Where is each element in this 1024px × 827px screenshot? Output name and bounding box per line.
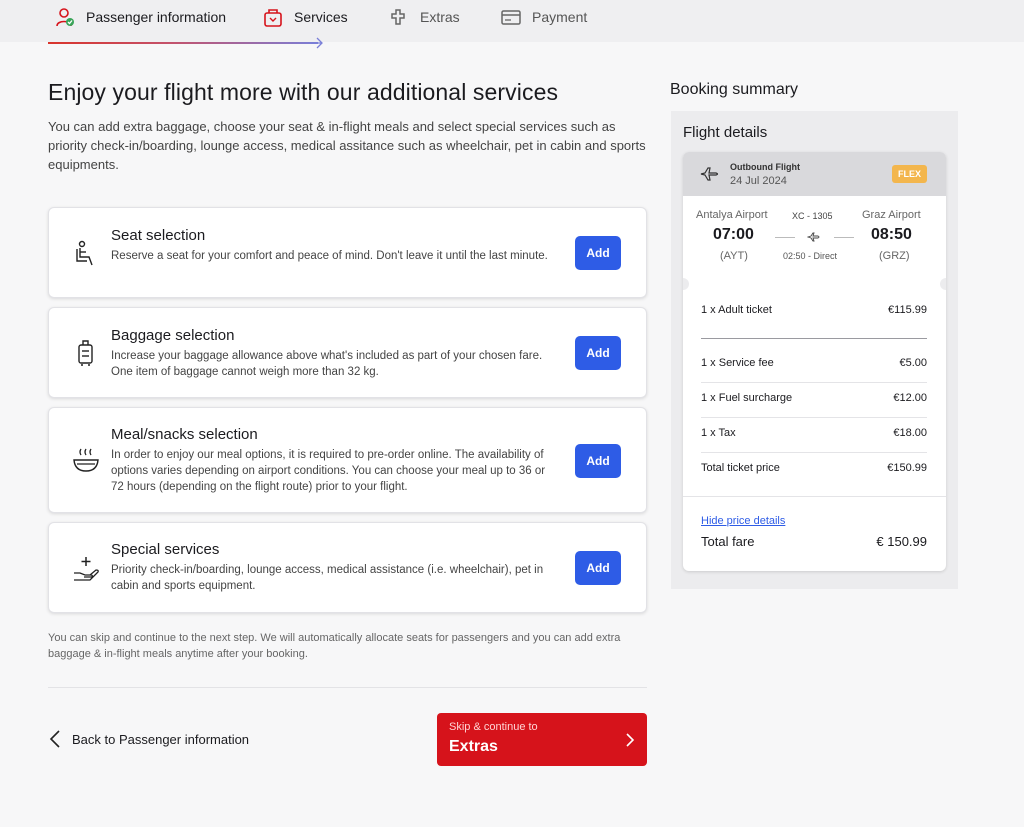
step-extras[interactable]: Extras xyxy=(388,0,460,34)
flight-date: 24 Jul 2024 xyxy=(730,175,787,187)
destination-code: (GRZ) xyxy=(879,250,910,262)
price-label: Total ticket price xyxy=(701,462,780,474)
row-divider xyxy=(701,338,927,339)
step-navigation: Passenger information Services Extras Pa… xyxy=(0,0,1024,42)
service-card-meal: Meal/snacks selection In order to enjoy … xyxy=(48,407,647,513)
price-value: €18.00 xyxy=(893,427,927,439)
price-value: €5.00 xyxy=(899,357,927,369)
back-link-label: Back to Passenger information xyxy=(72,731,250,747)
step-progress-bar xyxy=(48,42,318,44)
flight-duration: 02:50 - Direct xyxy=(783,251,838,261)
outbound-label: Outbound Flight xyxy=(730,162,800,172)
ticket-notch xyxy=(940,278,946,290)
origin-time: 07:00 xyxy=(713,226,754,243)
step-services[interactable]: Services xyxy=(262,0,348,34)
fare-badge: FLEX xyxy=(892,165,927,183)
service-description: In order to enjoy our meal options, it i… xyxy=(111,449,546,493)
price-label: 1 x Service fee xyxy=(701,357,774,369)
hide-price-details-link[interactable]: Hide price details xyxy=(701,515,785,527)
row-divider xyxy=(701,382,927,383)
row-divider xyxy=(701,417,927,418)
step-passenger-information[interactable]: Passenger information xyxy=(54,0,226,34)
chevron-right-icon xyxy=(626,733,635,747)
ticket-notch xyxy=(683,278,689,290)
luggage-icon xyxy=(78,340,93,366)
flight-ticket-card: Outbound Flight 24 Jul 2024 FLEX Antalya… xyxy=(683,152,946,571)
route-line xyxy=(775,237,795,238)
service-card-special: Special services Priority check-in/board… xyxy=(48,522,647,613)
passenger-check-icon xyxy=(56,8,74,27)
price-label: 1 x Fuel surcharge xyxy=(701,392,793,404)
destination-time: 08:50 xyxy=(871,226,912,243)
chevron-left-icon xyxy=(49,730,60,748)
service-description: Increase your baggage allowance above wh… xyxy=(111,350,543,378)
total-fare-row: Total fare € 150.99 xyxy=(701,534,927,549)
step-label: Passenger information xyxy=(86,9,227,25)
page-title: Enjoy your flight more with our addition… xyxy=(48,79,559,105)
flight-number: XC - 1305 xyxy=(792,211,833,221)
add-seat-button[interactable]: Add xyxy=(575,236,621,270)
service-card-seat: Seat selection Reserve a seat for your c… xyxy=(48,207,647,298)
back-to-passenger-link[interactable]: Back to Passenger information xyxy=(48,728,249,750)
extras-puzzle-icon xyxy=(391,9,405,25)
service-description: Priority check-in/boarding, lounge acces… xyxy=(111,564,544,592)
service-card-baggage: Baggage selection Increase your baggage … xyxy=(48,307,647,398)
price-label: 1 x Adult ticket xyxy=(701,304,772,316)
price-row-total-ticket: Total ticket price €150.99 xyxy=(701,462,927,474)
total-fare-label: Total fare xyxy=(701,534,755,549)
add-meal-button[interactable]: Add xyxy=(575,444,621,478)
cta-subtitle: Skip & continue to xyxy=(449,721,538,733)
section-divider xyxy=(683,496,946,497)
booking-summary-title: Booking summary xyxy=(670,81,799,98)
service-title: Seat selection xyxy=(111,227,206,244)
service-title: Baggage selection xyxy=(111,327,235,344)
price-row-adult: 1 x Adult ticket €115.99 xyxy=(701,304,927,316)
divider xyxy=(48,687,647,688)
add-special-services-button[interactable]: Add xyxy=(575,551,621,585)
destination-airport: Graz Airport xyxy=(862,209,921,221)
add-baggage-button[interactable]: Add xyxy=(575,336,621,370)
route-line xyxy=(834,237,854,238)
skip-continue-button[interactable]: Skip & continue to Extras xyxy=(437,713,647,766)
route-plane-icon xyxy=(807,232,820,242)
step-label: Payment xyxy=(532,9,588,25)
ticket-header: Outbound Flight 24 Jul 2024 FLEX xyxy=(683,152,946,196)
cta-title: Extras xyxy=(449,738,498,755)
origin-code: (AYT) xyxy=(720,250,748,262)
services-bag-icon xyxy=(264,9,282,27)
price-row-fuel: 1 x Fuel surcharge €12.00 xyxy=(701,392,927,404)
skip-note: You can skip and continue to the next st… xyxy=(48,632,621,660)
step-label: Services xyxy=(294,9,348,25)
step-label: Extras xyxy=(420,9,460,25)
payment-card-icon xyxy=(501,10,521,25)
special-care-icon xyxy=(74,557,99,581)
meal-bowl-icon xyxy=(73,448,99,472)
price-value: €115.99 xyxy=(888,304,927,316)
price-value: €150.99 xyxy=(887,462,927,474)
price-value: €12.00 xyxy=(893,392,927,404)
step-payment[interactable]: Payment xyxy=(500,0,587,34)
total-fare-value: € 150.99 xyxy=(876,534,927,549)
intro-text: You can add extra baggage, choose your s… xyxy=(48,119,646,172)
service-title: Special services xyxy=(111,541,220,558)
price-row-service-fee: 1 x Service fee €5.00 xyxy=(701,357,927,369)
flight-details-title: Flight details xyxy=(683,124,768,141)
price-label: 1 x Tax xyxy=(701,427,736,439)
airplane-icon xyxy=(700,167,719,181)
seat-icon xyxy=(76,240,93,266)
service-title: Meal/snacks selection xyxy=(111,426,258,443)
progress-arrow-icon xyxy=(310,37,323,49)
service-description: Reserve a seat for your comfort and peac… xyxy=(111,250,548,262)
price-row-tax: 1 x Tax €18.00 xyxy=(701,427,927,439)
origin-airport: Antalya Airport xyxy=(696,209,768,221)
row-divider xyxy=(701,452,927,453)
